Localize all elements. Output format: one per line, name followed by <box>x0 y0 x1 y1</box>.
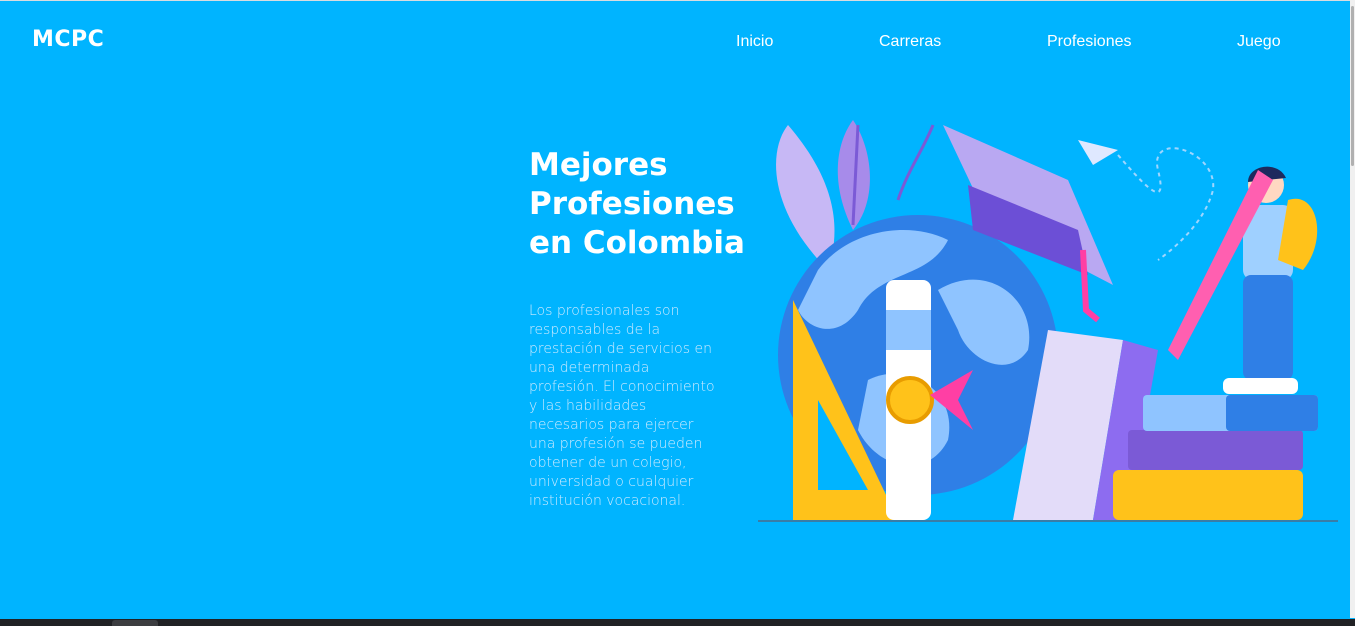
education-illustration <box>758 120 1338 522</box>
hero-description: Los profesionales son responsables de la… <box>529 303 715 509</box>
branch-shape <box>896 124 935 201</box>
nav-link-profesiones[interactable]: Profesiones <box>1047 33 1132 51</box>
vertical-scrollbar[interactable] <box>1350 0 1355 618</box>
paper-plane-icon <box>1078 140 1118 165</box>
taskbar-edge <box>0 619 1355 626</box>
flight-path <box>1117 147 1215 261</box>
site-logo[interactable]: MCPC <box>32 27 104 52</box>
book-stack-item <box>1226 395 1318 431</box>
student-shoes <box>1223 378 1298 394</box>
diploma-band <box>886 310 931 350</box>
book-stack-item <box>1128 430 1303 470</box>
nav-link-carreras[interactable]: Carreras <box>879 33 941 51</box>
taskbar-item[interactable] <box>112 620 158 626</box>
leaf-shape <box>776 125 835 270</box>
book-stack-item <box>1113 470 1303 520</box>
student-legs <box>1243 275 1293 380</box>
nav-link-juego[interactable]: Juego <box>1237 33 1281 51</box>
site-header: MCPC Inicio Carreras Profesiones Juego <box>0 0 1350 84</box>
medal-shape <box>886 376 934 424</box>
hero-title: Mejores Profesiones en Colombia <box>529 147 745 261</box>
nav-link-inicio[interactable]: Inicio <box>736 33 773 51</box>
scrollbar-thumb[interactable] <box>1351 6 1354 166</box>
